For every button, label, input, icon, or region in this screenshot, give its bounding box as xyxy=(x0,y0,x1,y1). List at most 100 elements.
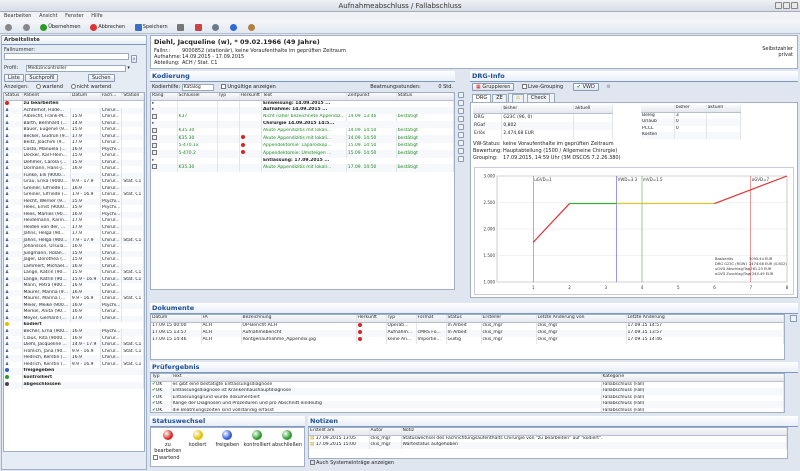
coding-col-key[interactable]: Schlüssel xyxy=(177,93,218,101)
documents-col[interactable]: FA xyxy=(201,315,242,323)
check-row[interactable]: ✔OK es gibt eine bestätigte Entlassungsdi… xyxy=(151,381,784,388)
coding-row[interactable]: K35.30 Akute Appendizitis mit lokali... 14… xyxy=(151,127,454,135)
rank-checkbox[interactable] xyxy=(152,113,157,119)
waiting-status-checkbox[interactable] xyxy=(153,455,158,460)
documents-col[interactable]: Letzte Änderung von xyxy=(536,315,627,323)
tab-ze[interactable]: ZE xyxy=(492,94,507,102)
menu-item-fenster[interactable]: Fenster xyxy=(65,13,84,19)
show-system-checkbox[interactable] xyxy=(310,460,315,465)
col-status[interactable]: Status xyxy=(4,93,23,101)
check-row[interactable]: ✔OK die Beatmungszeiten sind vollständig … xyxy=(151,407,784,412)
worklist-row[interactable]: ♟ Diehl, Jacqueline ... 14.9 - 17.9 Chirur.… xyxy=(4,342,144,349)
help-button[interactable] xyxy=(227,22,241,32)
worklist-group-coded[interactable]: kodiert xyxy=(4,322,144,329)
status-coded-button[interactable]: kodiert xyxy=(183,430,213,454)
documents-col[interactable]: Datum xyxy=(151,315,202,323)
settings-button[interactable] xyxy=(209,22,223,32)
maximize-button[interactable] xyxy=(783,2,790,9)
live-grouping-checkbox[interactable] xyxy=(522,84,528,89)
documents-col[interactable]: Format xyxy=(416,315,447,323)
users-button[interactable] xyxy=(245,22,259,32)
drg-settings-icon[interactable]: ⚙ xyxy=(606,84,610,90)
status-controlled-button[interactable]: kontrolliert xyxy=(242,430,272,454)
col-patient[interactable]: Patient xyxy=(22,93,71,101)
minimize-button[interactable] xyxy=(775,2,782,9)
coding-col-rank[interactable]: Rang xyxy=(151,93,178,101)
save-button[interactable]: Speichern xyxy=(132,22,171,32)
case-number-input[interactable] xyxy=(4,53,129,60)
note-row[interactable]: ▤ 17.09.2015 13:05 ckis_mgr Statuswechsel … xyxy=(309,435,787,442)
forward-button[interactable] xyxy=(20,22,34,32)
col-date[interactable]: Datum xyxy=(70,93,101,101)
vwd-button[interactable]: ✔ VWD xyxy=(572,83,599,91)
col-station[interactable]: Station xyxy=(121,93,144,101)
documents-col[interactable]: Status xyxy=(446,315,482,323)
document-row[interactable]: 17.09.15 13:57 ACH Aufnahmebericht Aufnahm.… xyxy=(151,329,784,337)
worklist-row[interactable]: ♟ Greiner, Elfriede (... 1.9 - 16.9 Chirur.… xyxy=(4,192,144,199)
rank-checkbox[interactable] xyxy=(152,150,157,155)
checks-col-type[interactable]: Typ xyxy=(151,374,172,382)
worklist-group-released[interactable]: freigegeben xyxy=(4,368,144,375)
search-button[interactable]: Suchen xyxy=(88,74,115,82)
worklist-row[interactable]: ♟ Grau, Erika (9000... 9.9 - 17.9 Chirur...… xyxy=(4,179,144,186)
checks-col-text[interactable]: Text xyxy=(171,374,602,382)
worklist-group-controlled[interactable]: kontrolliert xyxy=(4,375,144,382)
move-down-icon[interactable] xyxy=(458,124,464,130)
worklist-row[interactable]: ♟ Lange, Katrin (90... 15.9 Chirur... Stat. … xyxy=(4,270,144,277)
coding-col-time[interactable]: Zeitpunkt xyxy=(346,93,397,101)
tab-drg[interactable]: DRG xyxy=(472,94,492,102)
print-button[interactable] xyxy=(174,22,188,32)
menu-item-bearbeiten[interactable]: Bearbeiten xyxy=(4,13,31,19)
documents-col[interactable]: Bezeichnung xyxy=(241,315,357,323)
coding-col-type[interactable]: Typ xyxy=(217,93,240,101)
profile-select[interactable]: Medizincontroller xyxy=(25,65,126,72)
documents-col[interactable]: Typ xyxy=(386,315,417,323)
rank-checkbox[interactable] xyxy=(152,164,157,169)
document-row[interactable]: 17.09.15 14:46 ACH Röntgenaufnahme_Appendi… xyxy=(151,336,784,344)
add-document-icon[interactable] xyxy=(790,315,797,322)
coding-row[interactable]: 5-470.1x Appendektomie: Laparoskop... 15.0… xyxy=(151,142,454,150)
info-icon[interactable] xyxy=(458,148,464,154)
search-icon-button[interactable]: ⌕ xyxy=(130,55,138,63)
menu-item-ansicht[interactable]: Ansicht xyxy=(39,13,57,19)
group-button[interactable]: ▦ Gruppieren xyxy=(472,83,515,91)
notes-col-note[interactable]: Notiz xyxy=(401,428,787,436)
calendar-button[interactable] xyxy=(192,22,206,32)
worklist-row[interactable]: ♟ Maurer, Marina (... 9.9 - 16.9 Chirur... S… xyxy=(4,296,144,303)
menu-item-hilfe[interactable]: Hilfe xyxy=(91,13,102,19)
coding-row[interactable]: K37 Nicht näher bezeichnete Appendiz... 14… xyxy=(151,113,454,121)
waiting-radio[interactable] xyxy=(36,84,42,89)
document-row[interactable]: 17.09.15 00:00 ACH OP-Bericht ACH Operati..… xyxy=(151,322,784,330)
coding-col-origin[interactable]: Herkunft xyxy=(239,93,262,101)
tab-check[interactable]: ⚠ Check xyxy=(507,93,556,102)
note-row[interactable]: ▤ 17.09.2015 15:00 ckis_mgr Wartestatus au… xyxy=(309,442,787,449)
rank-checkbox[interactable] xyxy=(152,135,157,140)
status-release-button[interactable]: freigeben xyxy=(213,430,243,454)
worklist-group-edit[interactable]: zu bearbeiten xyxy=(4,100,144,108)
status-close-button[interactable]: abschließen xyxy=(272,430,302,454)
export-icon[interactable] xyxy=(458,156,464,162)
list-button[interactable]: Liste xyxy=(4,74,24,82)
worklist-group-closed[interactable]: abgeschlossen xyxy=(4,382,144,389)
documents-col[interactable]: Letzte Änderung xyxy=(626,315,784,323)
cancel-button[interactable]: Abbrechen xyxy=(87,22,128,32)
add-code-icon[interactable] xyxy=(458,92,464,98)
edit-code-icon[interactable] xyxy=(458,100,464,106)
notes-col-author[interactable]: Autor xyxy=(369,428,402,436)
close-window-button[interactable] xyxy=(791,2,798,9)
coding-row[interactable]: K35.30 Akute Appendizitis mit lokali... 17… xyxy=(151,164,454,172)
coding-help-select[interactable]: Katalog xyxy=(181,84,214,91)
move-up-icon[interactable] xyxy=(458,116,464,122)
notes-col-created[interactable]: Erstellt am xyxy=(309,428,370,436)
coding-row[interactable]: 5-470.2 Appendektomie: Umsteigen ... 15.09… xyxy=(151,150,454,158)
invalid-checkbox[interactable] xyxy=(221,84,227,89)
documents-col[interactable]: Herkunft xyxy=(356,315,387,323)
not-waiting-radio[interactable] xyxy=(70,84,76,89)
filter-icon[interactable] xyxy=(458,140,464,146)
documents-col[interactable]: Ersteller xyxy=(481,315,537,323)
col-dept[interactable]: Fach... xyxy=(100,93,123,101)
coding-col-text[interactable]: Text xyxy=(261,93,347,101)
coding-col-status[interactable]: Status xyxy=(396,93,454,101)
back-button[interactable] xyxy=(2,22,16,32)
coding-row[interactable]: K35.30 Akute Appendizitis mit lokali... 14… xyxy=(151,135,454,143)
